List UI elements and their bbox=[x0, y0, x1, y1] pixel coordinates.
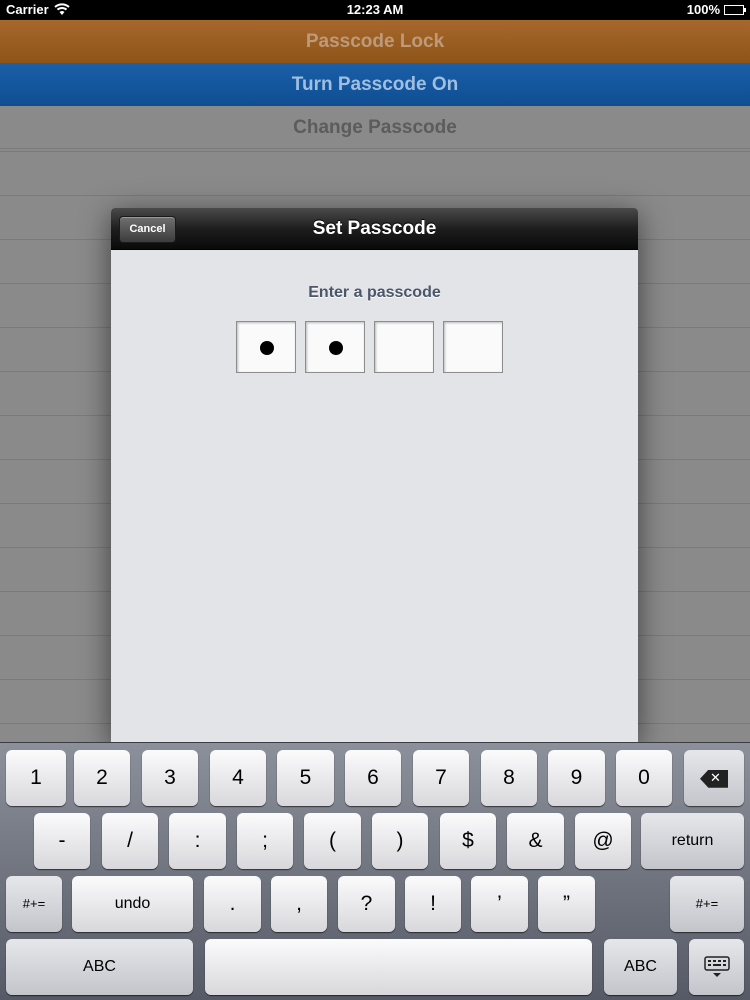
passcode-digit-box[interactable] bbox=[374, 321, 434, 373]
key-semicolon[interactable]: ; bbox=[237, 813, 293, 869]
battery-icon bbox=[724, 5, 746, 15]
key-close-paren[interactable]: ) bbox=[372, 813, 428, 869]
keyboard-dismiss-icon bbox=[703, 956, 730, 978]
passcode-prompt: Enter a passcode bbox=[308, 284, 441, 301]
key-comma[interactable]: , bbox=[271, 876, 327, 932]
key-colon[interactable]: : bbox=[169, 813, 226, 869]
key-4[interactable]: 4 bbox=[210, 750, 266, 806]
backspace-icon bbox=[700, 769, 728, 788]
numeric-keyboard: 1 2 3 4 5 6 7 8 9 0 - / : ; ( ) $ & @ re… bbox=[0, 742, 750, 1000]
space-key[interactable] bbox=[205, 939, 592, 995]
filled-digit-dot bbox=[329, 341, 343, 355]
cancel-button[interactable]: Cancel bbox=[119, 216, 176, 243]
key-at[interactable]: @ bbox=[575, 813, 631, 869]
key-quote[interactable]: ” bbox=[538, 876, 595, 932]
dialog-nav-bar: Set Passcode Cancel bbox=[111, 208, 638, 250]
key-question[interactable]: ? bbox=[338, 876, 395, 932]
passcode-digit-box[interactable] bbox=[236, 321, 296, 373]
status-bar: Carrier 12:23 AM 100% bbox=[0, 0, 750, 20]
passcode-digit-boxes[interactable] bbox=[236, 321, 506, 373]
section-header-passcode-lock: Passcode Lock bbox=[0, 20, 750, 63]
battery-percent: 100% bbox=[686, 2, 720, 17]
key-slash[interactable]: / bbox=[102, 813, 158, 869]
key-9[interactable]: 9 bbox=[548, 750, 605, 806]
key-dollar[interactable]: $ bbox=[440, 813, 496, 869]
row-change-passcode[interactable]: Change Passcode bbox=[0, 106, 750, 149]
undo-key[interactable]: undo bbox=[72, 876, 193, 932]
key-5[interactable]: 5 bbox=[277, 750, 334, 806]
abc-key-right[interactable]: ABC bbox=[604, 939, 677, 995]
key-7[interactable]: 7 bbox=[413, 750, 469, 806]
key-hyphen[interactable]: - bbox=[34, 813, 90, 869]
key-3[interactable]: 3 bbox=[142, 750, 198, 806]
symbols-key-left[interactable]: #+= bbox=[6, 876, 62, 932]
key-exclamation[interactable]: ! bbox=[405, 876, 461, 932]
key-ampersand[interactable]: & bbox=[507, 813, 564, 869]
passcode-digit-box[interactable] bbox=[443, 321, 503, 373]
key-open-paren[interactable]: ( bbox=[304, 813, 361, 869]
delete-key[interactable] bbox=[684, 750, 744, 806]
key-period[interactable]: . bbox=[204, 876, 261, 932]
dismiss-keyboard-key[interactable] bbox=[689, 939, 744, 995]
key-0[interactable]: 0 bbox=[616, 750, 672, 806]
key-6[interactable]: 6 bbox=[345, 750, 401, 806]
filled-digit-dot bbox=[260, 341, 274, 355]
key-2[interactable]: 2 bbox=[74, 750, 130, 806]
passcode-digit-box[interactable] bbox=[305, 321, 365, 373]
row-turn-passcode-on[interactable]: Turn Passcode On bbox=[0, 63, 750, 106]
set-passcode-dialog: Set Passcode Cancel Enter a passcode bbox=[111, 208, 638, 742]
return-key[interactable]: return bbox=[641, 813, 744, 869]
dialog-title: Set Passcode bbox=[312, 218, 437, 239]
key-8[interactable]: 8 bbox=[481, 750, 537, 806]
key-1[interactable]: 1 bbox=[6, 750, 66, 806]
key-apostrophe[interactable]: ’ bbox=[471, 876, 528, 932]
clock: 12:23 AM bbox=[346, 2, 404, 17]
symbols-key-right[interactable]: #+= bbox=[670, 876, 744, 932]
abc-key-left[interactable]: ABC bbox=[6, 939, 193, 995]
